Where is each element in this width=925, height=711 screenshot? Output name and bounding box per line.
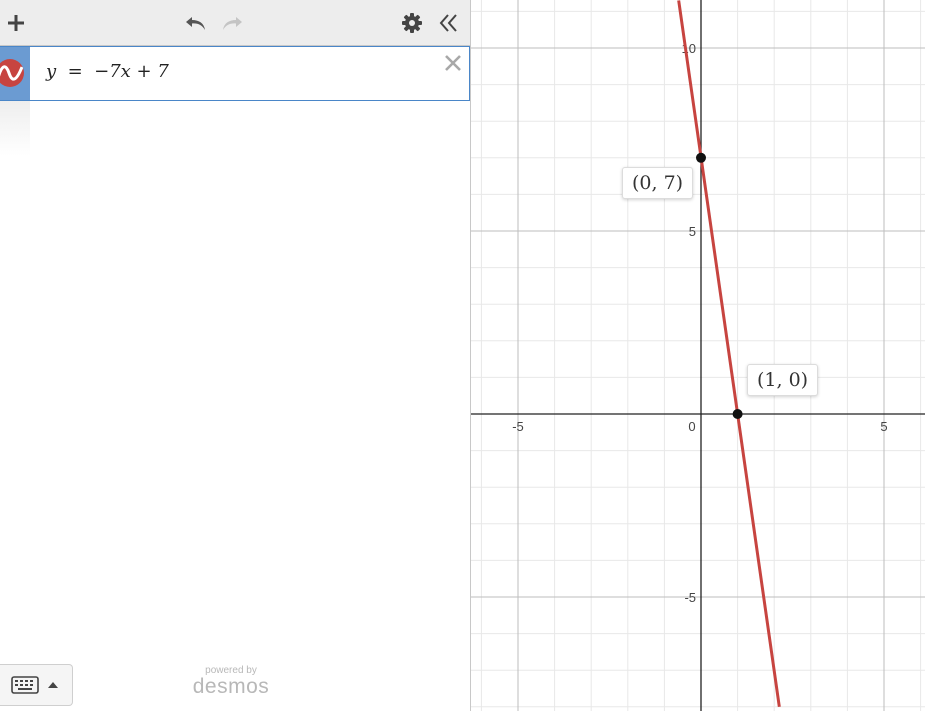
point-label-0-7[interactable]: (0, 7) — [622, 167, 694, 199]
settings-button[interactable] — [399, 8, 425, 38]
double-chevron-left-icon — [439, 14, 457, 32]
y-tick-label: 5 — [689, 224, 696, 239]
add-item-button[interactable] — [4, 8, 28, 38]
expression-row[interactable]: y = −7x + 7 — [0, 46, 470, 101]
desmos-logo: desmos — [192, 675, 270, 698]
delete-expression-button[interactable] — [443, 53, 463, 73]
x-tick-label: 0 — [688, 419, 695, 434]
point-label-1-0[interactable]: (1, 0) — [747, 364, 819, 396]
redo-icon — [223, 17, 242, 30]
expression-panel: y = −7x + 7 powered by desmos — [0, 0, 471, 711]
undo-button[interactable] — [181, 8, 211, 38]
keyboard-icon — [11, 676, 39, 694]
powered-by-desmos[interactable]: powered by desmos — [190, 665, 272, 698]
close-icon — [445, 55, 461, 71]
x-tick-label: -5 — [512, 419, 524, 434]
plus-icon — [8, 15, 24, 31]
new-expression-gutter[interactable] — [0, 101, 30, 156]
gear-icon — [402, 13, 422, 33]
collapse-panel-button[interactable] — [436, 8, 462, 38]
graph-point — [732, 409, 743, 419]
x-tick-label: 5 — [880, 419, 887, 434]
keypad-toggle-button[interactable] — [0, 664, 73, 706]
graph-paper[interactable]: -5 0 5 10 5 -5 (0, 7) (1, 0) — [471, 0, 925, 711]
undo-icon — [186, 17, 205, 30]
graph-point — [696, 152, 706, 163]
caret-up-icon — [48, 682, 58, 688]
expression-input[interactable]: y = −7x + 7 — [46, 61, 169, 82]
wave-icon[interactable] — [0, 59, 24, 87]
expression-toolbar — [0, 0, 470, 46]
expression-color-tab[interactable] — [0, 47, 30, 100]
y-tick-label: -5 — [684, 590, 696, 605]
redo-button[interactable] — [217, 8, 247, 38]
